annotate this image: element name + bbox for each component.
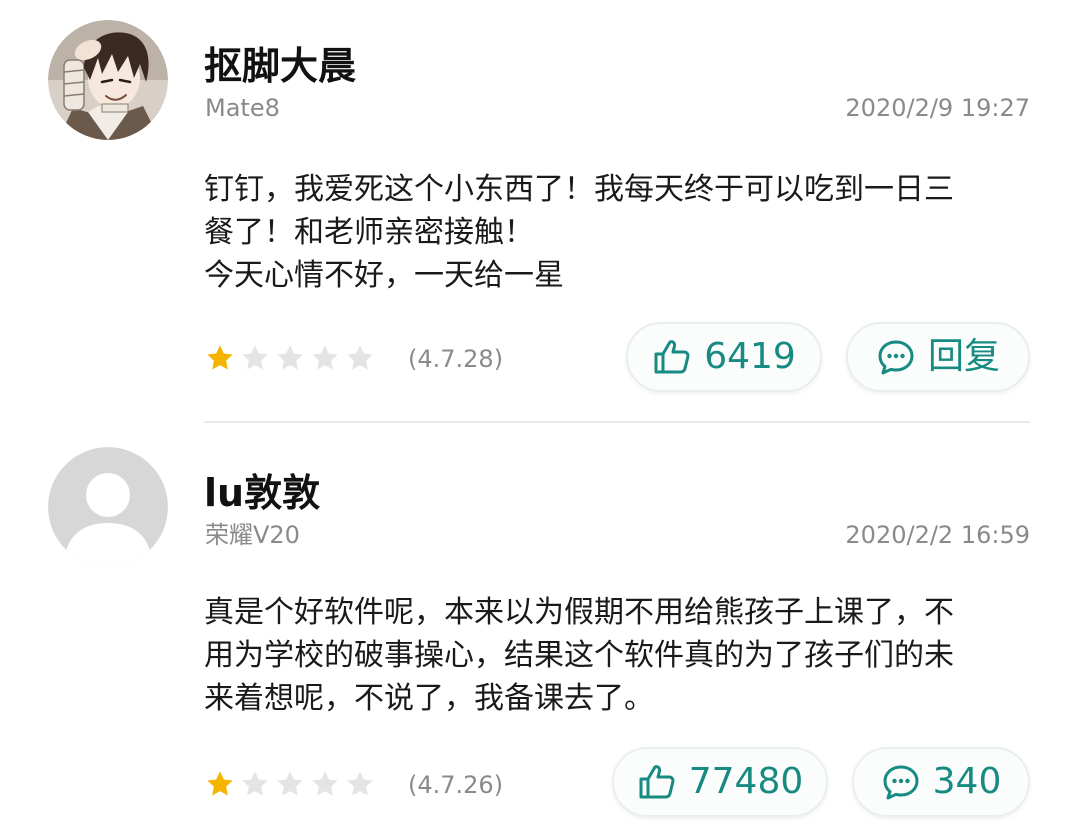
- reply-count: 340: [932, 761, 1002, 802]
- review-text-line: 钉钉，我爱死这个小东西了！我每天终于可以吃到一日三: [204, 172, 954, 207]
- reply-button[interactable]: 回复: [846, 322, 1030, 392]
- reply-button[interactable]: 340: [852, 747, 1030, 817]
- star-empty-icon: [242, 345, 268, 370]
- star-empty-icon: [277, 345, 303, 370]
- comment-bubble-icon: [883, 765, 919, 800]
- star-filled-icon: [207, 771, 233, 796]
- review-card: 抠脚大晨 Mate8 2020/2/9 19:27 钉钉，我爱死这个小东西了！我…: [0, 0, 1080, 421]
- star-empty-icon: [347, 345, 373, 370]
- thumbs-up-icon: [654, 340, 690, 374]
- app-version: (4.7.28): [408, 345, 504, 373]
- username[interactable]: 抠脚大晨: [204, 47, 356, 85]
- review-timestamp: 2020/2/9 19:27: [845, 94, 1030, 122]
- comment-bubble-icon: [878, 340, 914, 375]
- review-text-line: 真是个好软件呢，本来以为假期不用给熊孩子上课了，不: [204, 595, 954, 630]
- star-empty-icon: [242, 771, 268, 796]
- star-rating: [204, 342, 376, 374]
- thumbs-up-icon: [639, 765, 675, 799]
- review-text: 真是个好软件呢，本来以为假期不用给熊孩子上课了，不 用为学校的破事操心，结果这个…: [204, 591, 1044, 720]
- star-rating: [204, 768, 376, 800]
- user-avatar[interactable]: [48, 447, 168, 567]
- star-filled-icon: [207, 345, 233, 370]
- star-empty-icon: [312, 771, 338, 796]
- star-empty-icon: [312, 345, 338, 370]
- review-text-line: 用为学校的破事操心，结果这个软件真的为了孩子们的未: [204, 638, 954, 673]
- review-timestamp: 2020/2/2 16:59: [845, 521, 1030, 549]
- star-empty-icon: [347, 771, 373, 796]
- device-model: 荣耀V20: [205, 521, 300, 549]
- review-text-line: 餐了！和老师亲密接触！: [204, 215, 534, 250]
- username[interactable]: lu敦敦: [204, 474, 320, 512]
- like-count: 77480: [688, 761, 804, 802]
- app-version: (4.7.26): [408, 771, 504, 799]
- like-button[interactable]: 6419: [626, 322, 822, 392]
- like-button[interactable]: 77480: [612, 747, 828, 817]
- review-text-line: 今天心情不好，一天给一星: [204, 258, 564, 293]
- review-text: 钉钉，我爱死这个小东西了！我每天终于可以吃到一日三 餐了！和老师亲密接触！ 今天…: [204, 168, 1044, 297]
- anime-character-avatar-icon: [48, 20, 168, 140]
- reply-label: 回复: [927, 336, 1000, 377]
- review-card: lu敦敦 荣耀V20 2020/2/2 16:59 真是个好软件呢，本来以为假期…: [0, 423, 1080, 838]
- like-count: 6419: [704, 336, 796, 377]
- star-empty-icon: [277, 771, 303, 796]
- review-text-line: 来着想呢，不说了，我备课去了。: [204, 681, 654, 716]
- device-model: Mate8: [205, 94, 280, 122]
- default-user-avatar-icon: [48, 447, 168, 567]
- user-avatar[interactable]: [48, 20, 168, 140]
